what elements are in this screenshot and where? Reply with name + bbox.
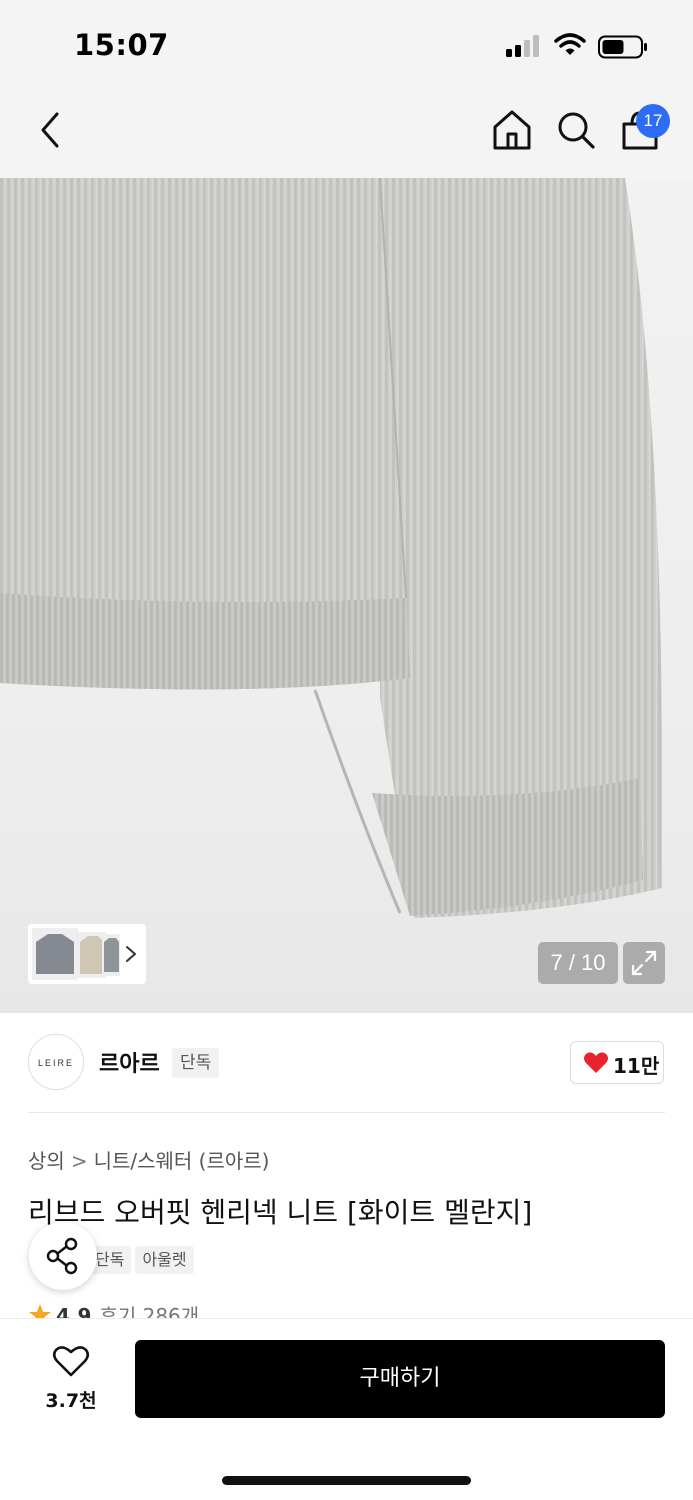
share-icon	[46, 1237, 78, 1275]
status-bar: 15:07	[0, 0, 693, 92]
wifi-icon	[554, 33, 586, 55]
breadcrumb-category[interactable]: 상의	[28, 1149, 65, 1173]
wishlist-button[interactable]: 3.7천	[30, 1340, 112, 1416]
status-time: 15:07	[74, 28, 169, 62]
exclusive-tag: 단독	[172, 1048, 220, 1078]
search-icon[interactable]	[554, 108, 598, 152]
cellular-signal-icon	[506, 35, 539, 57]
expand-button[interactable]	[623, 942, 665, 984]
expand-icon	[631, 950, 657, 976]
chevron-right-icon[interactable]	[121, 944, 141, 964]
top-nav-bar	[0, 92, 693, 178]
heart-outline-icon	[52, 1346, 90, 1377]
chevron-left-icon[interactable]	[30, 108, 70, 152]
brand-like-button[interactable]: 11만	[570, 1041, 664, 1084]
product-title: 리브드 오버핏 헨리넥 니트 [화이트 멜란지]	[28, 1196, 533, 1229]
product-image[interactable]	[0, 178, 693, 1013]
share-button[interactable]	[29, 1222, 97, 1290]
buy-button[interactable]: 구매하기	[135, 1340, 665, 1418]
image-counter: 7 / 10	[538, 942, 618, 984]
product-tag: 아울렛	[135, 1246, 194, 1274]
brand-like-count: 11만	[613, 1054, 660, 1078]
brand-logo[interactable]: LEIRE	[28, 1034, 84, 1090]
brand-name[interactable]: 르아르	[99, 1046, 160, 1078]
sweater-photo	[0, 178, 662, 918]
home-icon[interactable]	[490, 108, 534, 152]
breadcrumb: 상의 > 니트/스웨터 (르아르)	[28, 1145, 269, 1174]
breadcrumb-separator-icon: >	[70, 1149, 88, 1173]
wishlist-count: 3.7천	[45, 1390, 97, 1412]
battery-icon	[598, 35, 647, 59]
section-divider	[28, 1112, 665, 1113]
heart-icon	[584, 1052, 608, 1073]
product-tags: 단독 아울렛	[88, 1246, 198, 1274]
home-indicator[interactable]	[222, 1476, 471, 1485]
cart-count-badge[interactable]: 17	[636, 104, 670, 138]
breadcrumb-subcategory[interactable]: 니트/스웨터 (르아르)	[94, 1149, 270, 1173]
